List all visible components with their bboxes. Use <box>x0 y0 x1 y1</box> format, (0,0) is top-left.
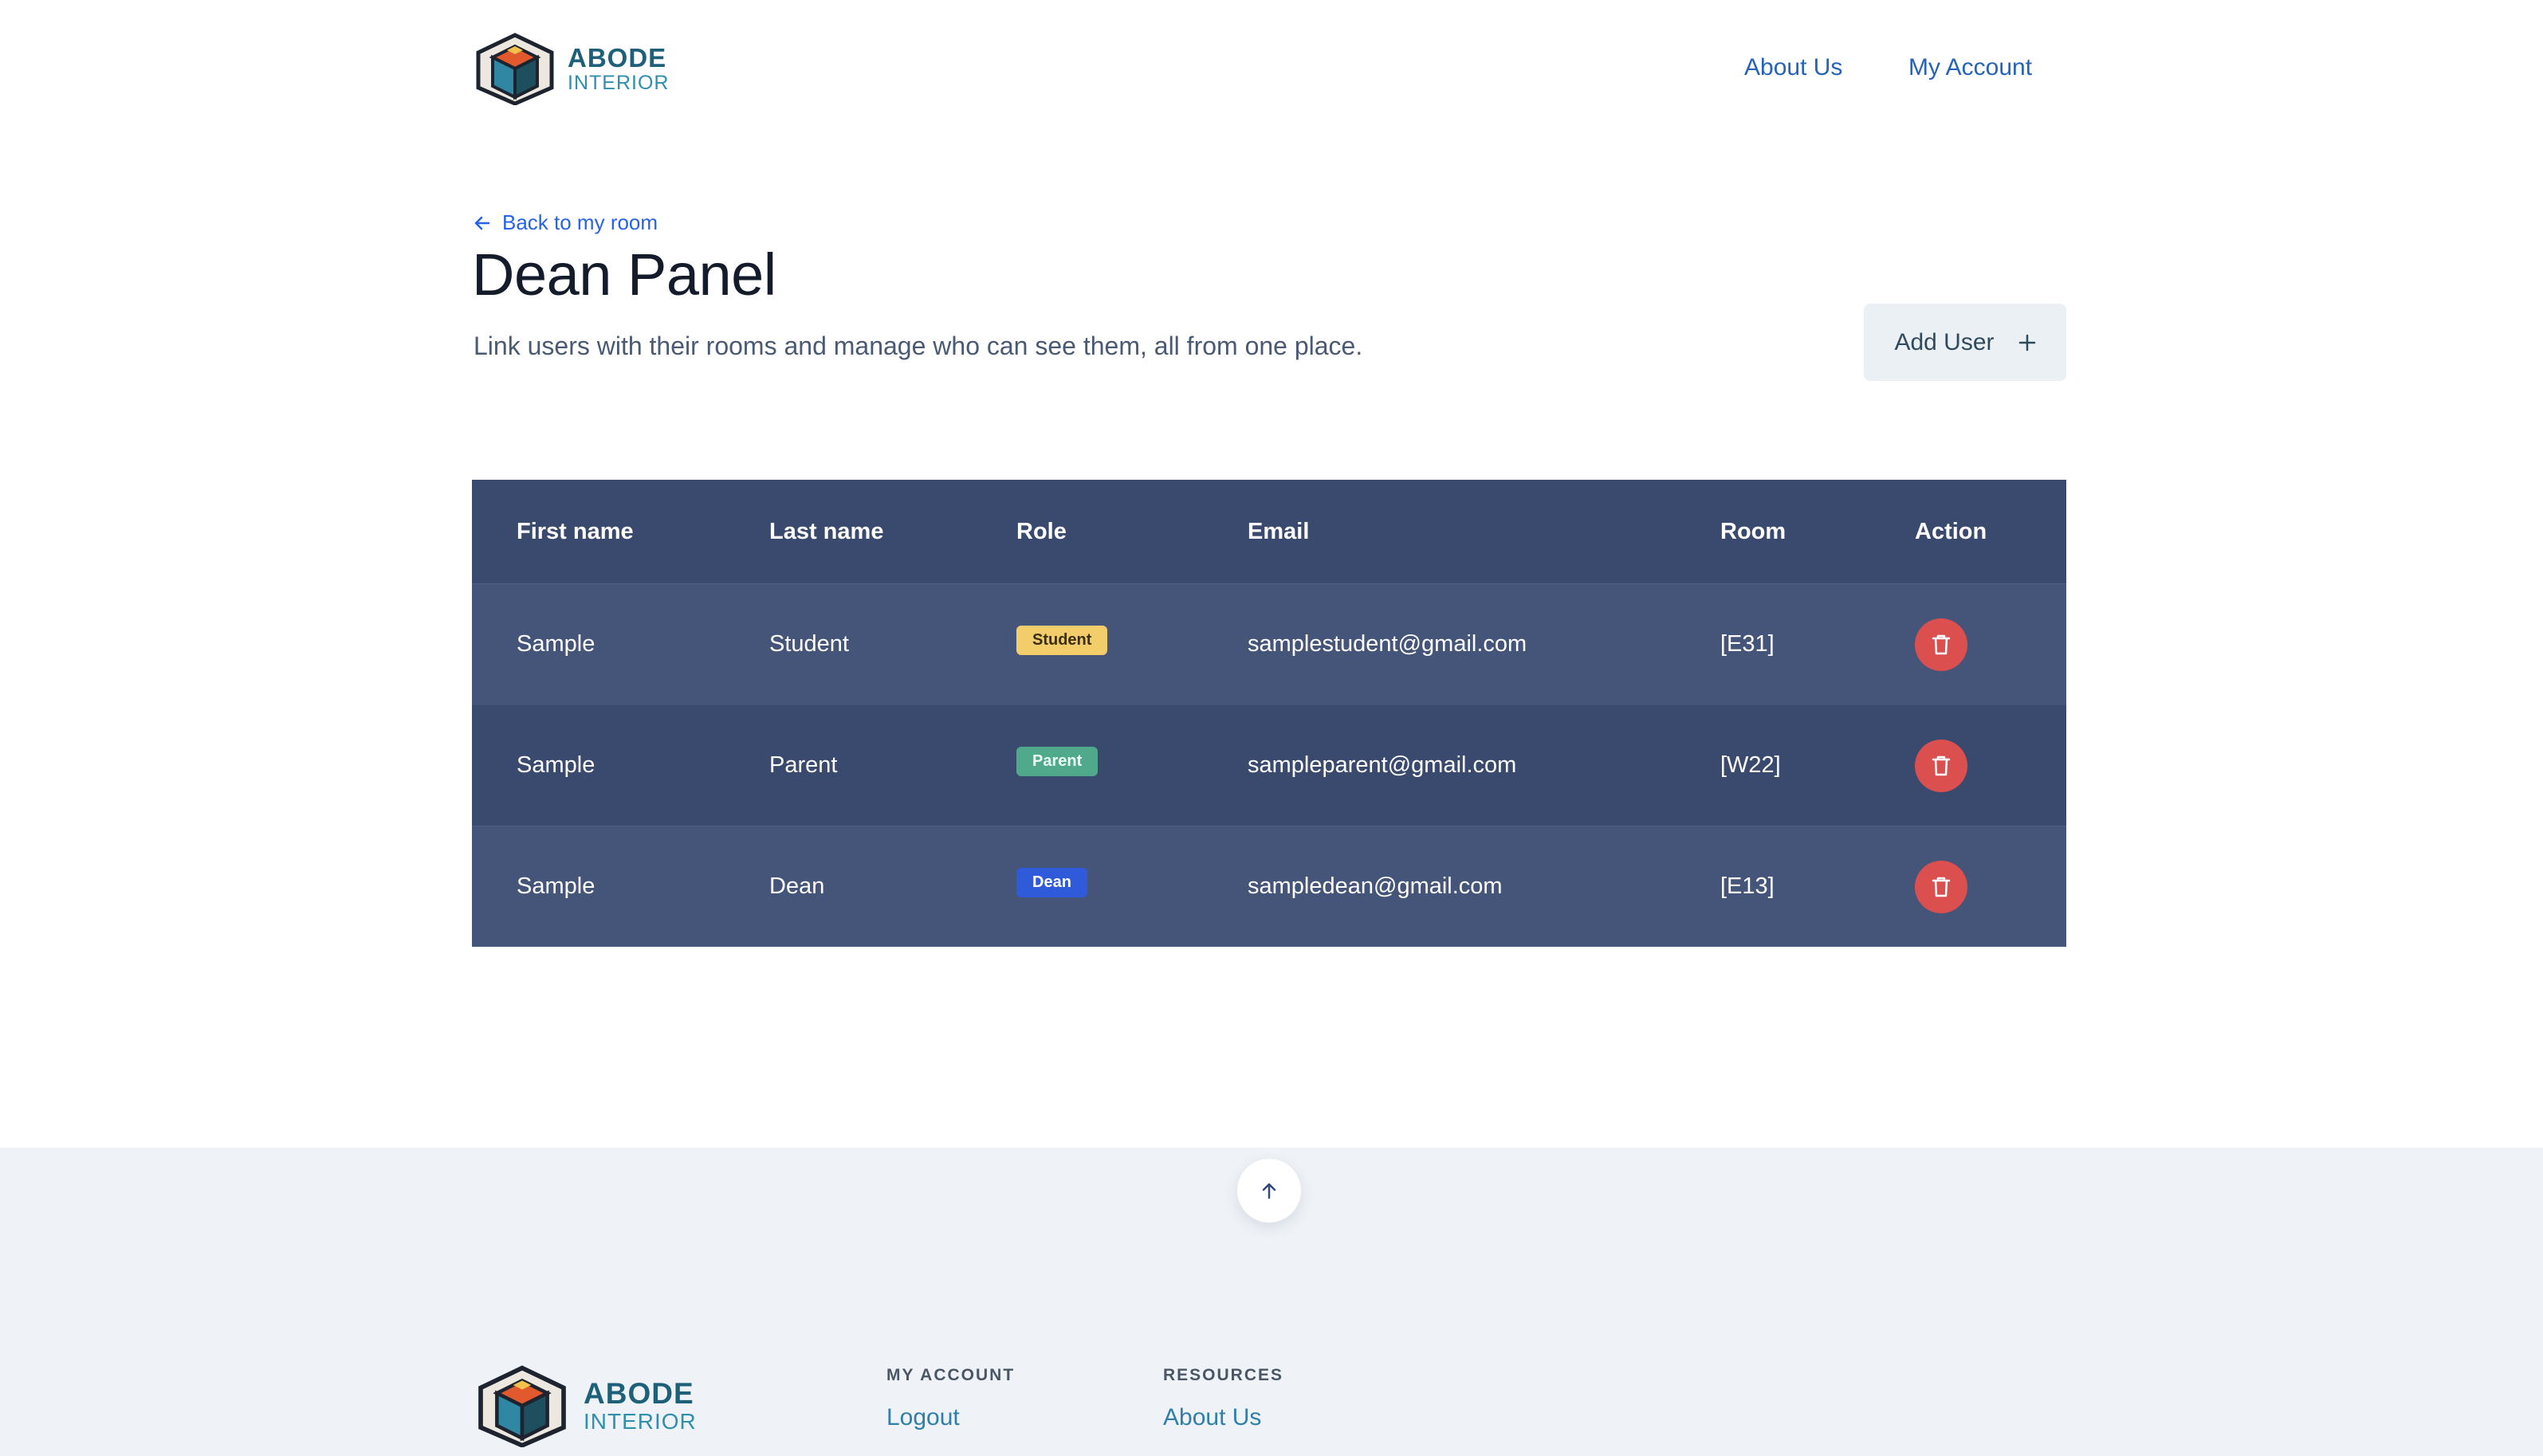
cell-email: sampleparent@gmail.com <box>1248 752 1517 778</box>
logo-line1: ABODE <box>568 42 667 73</box>
cell-first-name: Sample <box>517 873 595 899</box>
cell-last-name: Dean <box>769 873 825 899</box>
nav-about-us[interactable]: About Us <box>1744 54 1842 81</box>
add-user-label: Add User <box>1894 328 1995 355</box>
back-link-label: Back to my room <box>502 210 658 234</box>
users-table: First name Last name Role Email Room Act… <box>472 480 2066 947</box>
role-badge-dean: Dean <box>1016 868 1087 897</box>
cell-first-name: Sample <box>517 631 595 657</box>
nav-my-account[interactable]: My Account <box>1908 54 2032 81</box>
trash-icon <box>1932 634 1951 655</box>
trash-icon <box>1932 877 1951 897</box>
page-subtitle: Link users with their rooms and manage w… <box>474 332 1363 360</box>
arrow-up-icon <box>1262 1183 1276 1199</box>
footer-link-logout[interactable]: Logout <box>886 1404 960 1431</box>
logo-line2: INTERIOR <box>568 71 670 94</box>
col-room: Room <box>1720 518 1786 544</box>
cell-email: samplestudent@gmail.com <box>1248 631 1527 657</box>
cell-room: [E13] <box>1720 873 1775 899</box>
footer-logo-wordmark: ABODE INTERIOR <box>584 1379 697 1433</box>
cell-room: [W22] <box>1720 752 1781 778</box>
page-title: Dean Panel <box>472 241 776 308</box>
role-badge-parent: Parent <box>1016 747 1099 776</box>
add-user-button[interactable]: Add User <box>1864 304 2066 381</box>
back-to-room-link[interactable]: Back to my room <box>474 210 658 235</box>
footer-logo[interactable]: ABODE INTERIOR <box>475 1364 697 1447</box>
col-action: Action <box>1915 518 1987 544</box>
cell-last-name: Parent <box>769 752 838 778</box>
trash-icon <box>1932 755 1951 776</box>
footer-logo-line1: ABODE <box>584 1377 694 1410</box>
table-header-row: First name Last name Role Email Room Act… <box>472 480 2066 583</box>
col-first-name: First name <box>517 518 634 544</box>
delete-user-button[interactable] <box>1915 740 1967 792</box>
footer-link-about-us[interactable]: About Us <box>1163 1404 1261 1431</box>
header-logo[interactable]: ABODE INTERIOR <box>474 32 669 105</box>
col-role: Role <box>1016 518 1067 544</box>
cell-room: [E31] <box>1720 631 1775 657</box>
footer-heading-resources: RESOURCES <box>1163 1366 1284 1384</box>
logo-cube-icon <box>478 1365 566 1447</box>
col-last-name: Last name <box>769 518 884 544</box>
cell-last-name: Student <box>769 631 849 657</box>
plus-icon <box>2018 334 2035 351</box>
cell-email: sampledean@gmail.com <box>1248 873 1503 899</box>
footer-heading-my-account: MY ACCOUNT <box>886 1366 1016 1384</box>
delete-user-button[interactable] <box>1915 861 1967 913</box>
col-email: Email <box>1248 518 1310 544</box>
role-badge-student: Student <box>1016 626 1108 655</box>
scroll-to-top-button[interactable] <box>1237 1159 1301 1222</box>
arrow-left-icon <box>474 216 490 230</box>
logo-wordmark: ABODE INTERIOR <box>568 45 669 93</box>
footer-logo-line2: INTERIOR <box>584 1409 697 1434</box>
delete-user-button[interactable] <box>1915 618 1967 671</box>
table-row: Sample Student Student samplestudent@gma… <box>472 583 2066 704</box>
cell-first-name: Sample <box>517 752 595 778</box>
table-row: Sample Parent Parent sampleparent@gmail.… <box>472 704 2066 826</box>
table-row: Sample Dean Dean sampledean@gmail.com [E… <box>472 826 2066 947</box>
logo-cube-icon <box>476 33 554 105</box>
